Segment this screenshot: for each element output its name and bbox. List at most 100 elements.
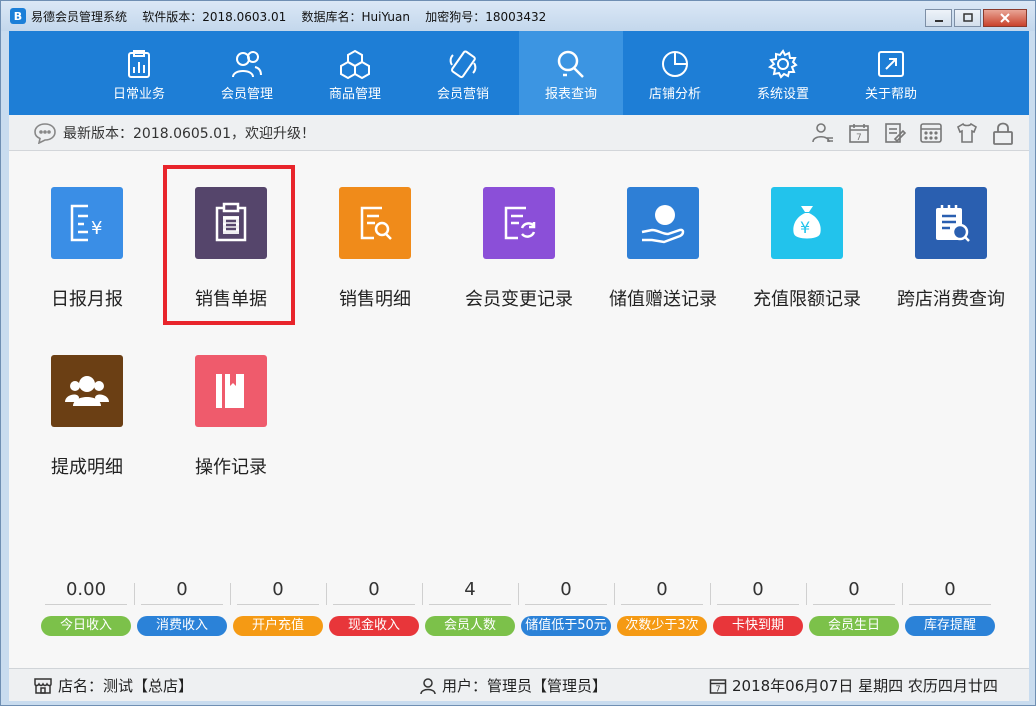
svg-text:7: 7: [716, 684, 721, 693]
tshirt-icon: [957, 122, 977, 143]
tile-label: 会员变更记录: [465, 289, 573, 310]
edit-note-button[interactable]: [883, 121, 907, 145]
nav-daily-business[interactable]: 日常业务: [87, 31, 191, 115]
stat-value: 0: [909, 575, 991, 605]
quick-tools: 7: [799, 121, 1015, 145]
tile-stored-value-gift-record[interactable]: ¥ 储值赠送记录: [593, 187, 733, 337]
stat-badge[interactable]: 卡快到期: [713, 616, 803, 636]
lock-icon: [993, 122, 1013, 145]
nav-system-settings[interactable]: 系统设置: [731, 31, 835, 115]
help-icon: [878, 51, 904, 77]
tile-label: 操作记录: [195, 457, 267, 478]
svg-text:7: 7: [856, 133, 862, 143]
tile-member-change-record[interactable]: 会员变更记录: [449, 187, 589, 337]
cubes-icon: [340, 49, 370, 79]
stat-badge[interactable]: 库存提醒: [905, 616, 995, 636]
tile-sales-detail[interactable]: 销售明细: [305, 187, 445, 337]
stat-value: 0: [525, 575, 607, 605]
svg-text:¥: ¥: [800, 218, 810, 237]
calendar-icon: 7: [709, 678, 727, 694]
stat-badge[interactable]: 现金收入: [329, 616, 419, 636]
store-name: 店名：测试【总店】: [58, 677, 194, 695]
tile-label: 销售明细: [339, 289, 411, 310]
lock-button[interactable]: [991, 121, 1015, 145]
chat-bubble-icon: [34, 122, 56, 144]
nav-member-marketing[interactable]: 会员营销: [411, 31, 515, 115]
gear-icon: [768, 49, 798, 79]
pie-chart-icon: [662, 51, 688, 77]
edit-note-icon: [885, 123, 907, 143]
nav-label: 会员营销: [436, 87, 489, 102]
user-icon: [420, 677, 436, 694]
nav-about-help[interactable]: 关于帮助: [839, 31, 943, 115]
svg-text:¥: ¥: [91, 218, 102, 239]
stat-value-box: 0: [615, 575, 709, 605]
stat-value-box: 0: [519, 575, 613, 605]
stat-value-box: 4: [423, 575, 517, 605]
svg-text:¥: ¥: [659, 207, 669, 225]
stat-badge[interactable]: 次数少于3次: [617, 616, 707, 636]
user-switch-button[interactable]: [811, 121, 835, 145]
stat-value-box: 0: [903, 575, 997, 605]
commission-icon: [51, 355, 123, 427]
tile-label: 日报月报: [51, 289, 123, 310]
nav-label: 商品管理: [328, 87, 381, 102]
clothing-button[interactable]: [955, 121, 979, 145]
sales-detail-icon: [339, 187, 411, 259]
user-info: 用户：管理员【管理员】: [419, 675, 607, 696]
stat-badge[interactable]: 会员人数: [425, 616, 515, 636]
close-button[interactable]: [983, 9, 1027, 27]
tile-commission-detail[interactable]: 提成明细: [17, 355, 157, 505]
users-icon: [232, 51, 262, 78]
nav-label: 会员管理: [220, 87, 273, 102]
store-info: 店名：测试【总店】: [33, 675, 193, 696]
stat-value: 0: [813, 575, 895, 605]
nav-report-query[interactable]: 报表查询: [519, 31, 623, 115]
tile-operation-record[interactable]: 操作记录: [161, 355, 301, 505]
stat-badge[interactable]: 储值低于50元: [521, 616, 611, 636]
report-query-panel: ¥ 日报月报 销售单据 销售明细 会员变更记录 ¥ 储值赠送记录 ¥ 充值限额记…: [9, 151, 1029, 668]
update-notice-text: 最新版本：2018.0605.01，欢迎升级！: [63, 125, 315, 142]
stat-badge[interactable]: 开户充值: [233, 616, 323, 636]
nav-label: 系统设置: [756, 87, 809, 102]
tile-recharge-limit-record[interactable]: ¥ 充值限额记录: [737, 187, 877, 337]
stat-value-box: 0: [231, 575, 325, 605]
stat-badge[interactable]: 消费收入: [137, 616, 227, 636]
member-change-icon: [483, 187, 555, 259]
nav-label: 关于帮助: [864, 87, 917, 102]
stat-badge[interactable]: 会员生日: [809, 616, 899, 636]
status-bar: 店名：测试【总店】 用户：管理员【管理员】 7 2018年06月07日 星期四 …: [9, 668, 1029, 701]
stat-value-box: 0: [327, 575, 421, 605]
tile-cross-store-consumption-query[interactable]: 跨店消费查询: [881, 187, 1021, 337]
update-notice-bar: 最新版本：2018.0605.01，欢迎升级！ 7: [9, 115, 1029, 151]
calendar-icon: 7: [849, 124, 869, 143]
stat-value: 0: [237, 575, 319, 605]
user-switch-icon: [812, 123, 833, 143]
tile-label: 充值限额记录: [753, 289, 861, 310]
stat-value: 0: [717, 575, 799, 605]
nav-product-management[interactable]: 商品管理: [303, 31, 407, 115]
window-controls: [923, 9, 1027, 27]
app-window: B 易德会员管理系统 软件版本：2018.0603.01 数据库名：HuiYua…: [0, 0, 1036, 706]
window-title: 易德会员管理系统 软件版本：2018.0603.01 数据库名：HuiYuan …: [31, 9, 547, 24]
operation-log-icon: [195, 355, 267, 427]
tile-daily-monthly-report[interactable]: ¥ 日报月报: [17, 187, 157, 337]
nav-label: 日常业务: [112, 87, 165, 102]
stat-badge[interactable]: 今日收入: [41, 616, 131, 636]
nav-store-analysis[interactable]: 店铺分析: [623, 31, 727, 115]
main-navigation: 日常业务 会员管理 商品管理 会员营销 报表查询 店铺分析 系统设置 关于帮助: [9, 31, 1029, 115]
stat-value: 0: [333, 575, 415, 605]
maximize-button[interactable]: [954, 9, 981, 27]
nav-member-management[interactable]: 会员管理: [195, 31, 299, 115]
stat-value: 0: [621, 575, 703, 605]
user-name: 用户：管理员【管理员】: [442, 677, 608, 695]
minimize-button[interactable]: [925, 9, 952, 27]
daily-report-icon: ¥: [51, 187, 123, 259]
money-bag-icon: ¥: [771, 187, 843, 259]
clipboard-chart-icon: [128, 50, 150, 78]
calendar-button[interactable]: 7: [847, 121, 871, 145]
calculator-button[interactable]: [919, 121, 943, 145]
phone-icon: [449, 50, 477, 79]
title-bar: B 易德会员管理系统 软件版本：2018.0603.01 数据库名：HuiYua…: [1, 1, 1035, 31]
date-info: 7 2018年06月07日 星期四 农历四月廿四: [709, 675, 998, 696]
